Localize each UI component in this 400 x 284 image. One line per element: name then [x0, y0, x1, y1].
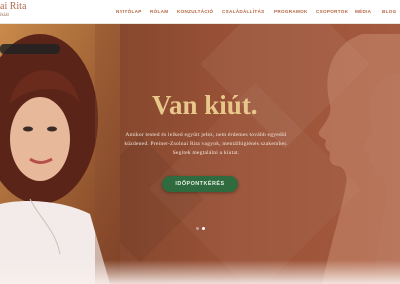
hero-bottom-fade [0, 260, 400, 284]
main-nav: NYITÓLAP RÓLAM KONZULTÁCIÓ CSALÁDÁLLÍTÁS… [0, 9, 400, 17]
hero-slider: Van kiút. Amikor tested és lelked együtt… [0, 24, 400, 284]
hero-body-line: Amikor tested és lelked együtt jelez, ne… [125, 132, 287, 138]
nav-item-programok[interactable]: PROGRAMOK [274, 9, 308, 14]
site-header: ai Rita ikiát NYITÓLAP RÓLAM KONZULTÁCIÓ… [0, 0, 400, 24]
hero-body-line: Segítek megtalálni a kiutat. [172, 150, 240, 156]
nav-item-csoportok[interactable]: CSOPORTOK [316, 9, 348, 14]
nav-item-nyitolap[interactable]: NYITÓLAP [116, 9, 142, 14]
nav-item-konzultacio[interactable]: KONZULTÁCIÓ [177, 9, 213, 14]
profile-silhouette-image [318, 34, 400, 284]
hero-headline: Van kiút. [152, 90, 258, 120]
slider-dot[interactable] [196, 227, 199, 230]
appointment-request-button[interactable]: IDŐPONTKÉRÉS [162, 176, 238, 192]
slider-dot-active[interactable] [202, 227, 205, 230]
hero-body-text: Amikor tested és lelked együtt jelez, ne… [100, 131, 312, 158]
nav-item-csaladallitas[interactable]: CSALÁDÁLLÍTÁS [222, 9, 264, 14]
nav-item-media[interactable]: MÉDIA [355, 9, 371, 14]
hero-body-line: küzdened. Preiner-Zsolnai Rita vagyok, m… [124, 141, 288, 147]
nav-item-rolam[interactable]: RÓLAM [150, 9, 168, 14]
nav-item-blog[interactable]: BLOG [382, 9, 396, 14]
